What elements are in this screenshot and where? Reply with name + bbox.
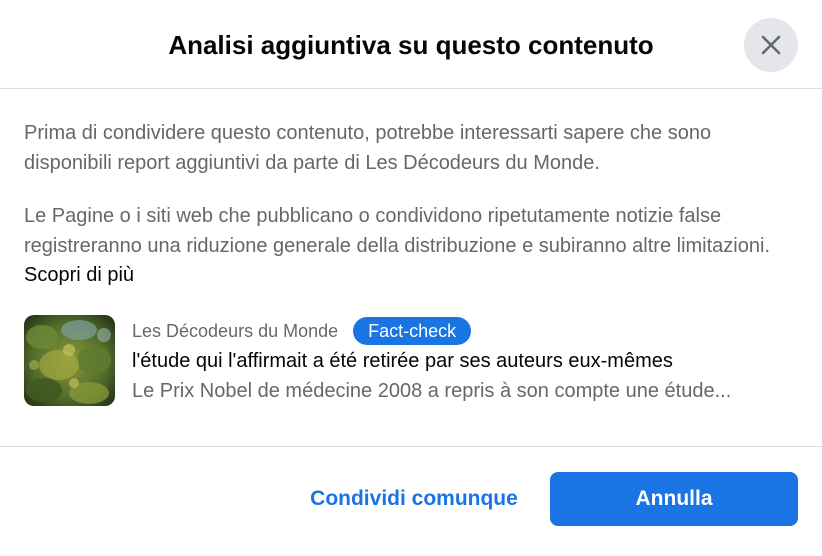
fact-check-badge: Fact-check	[353, 317, 472, 345]
dialog-title: Analisi aggiuntiva su questo contenuto	[168, 30, 654, 60]
close-icon	[761, 35, 781, 55]
info-paragraph: Prima di condividere questo contenuto, p…	[24, 122, 712, 174]
article-source-row: Les Décodeurs du Monde Fact-check	[132, 317, 798, 345]
article-source: Les Décodeurs du Monde	[132, 320, 339, 341]
learn-more-link[interactable]: Scopri di più	[24, 264, 134, 286]
article-thumbnail	[24, 315, 115, 406]
close-button[interactable]	[744, 18, 798, 72]
article-headline: l'étude qui l'affirmait a été retirée pa…	[132, 350, 673, 372]
footer-divider	[0, 446, 822, 447]
article-snippet: Le Prix Nobel de médecine 2008 a repris …	[132, 380, 732, 402]
warning-paragraph: Le Pagine o i siti web che pubblicano o …	[24, 202, 798, 291]
dialog: Analisi aggiuntiva su questo contenuto P…	[0, 0, 822, 556]
article-text: Les Décodeurs du Monde Fact-check l'étud…	[132, 315, 798, 407]
dialog-header: Analisi aggiuntiva su questo contenuto	[0, 0, 822, 89]
warning-text: Le Pagine o i siti web che pubblicano o …	[24, 205, 770, 257]
cancel-button[interactable]: Annulla	[550, 472, 798, 526]
fact-check-article[interactable]: Les Décodeurs du Monde Fact-check l'étud…	[24, 315, 798, 407]
share-anyway-button[interactable]: Condividi comunque	[294, 472, 534, 526]
